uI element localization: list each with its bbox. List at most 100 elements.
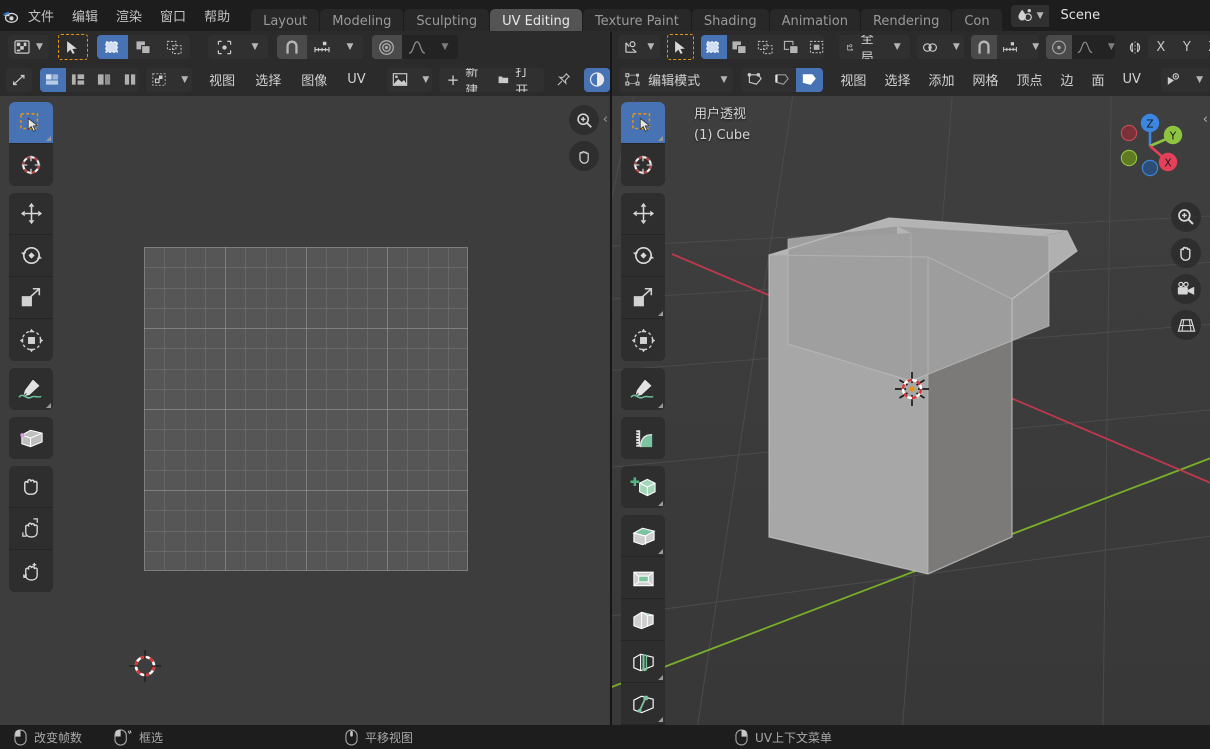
tool-annotate[interactable] <box>621 368 665 410</box>
navigation-axis-gizmo[interactable]: Z Y X <box>1108 104 1192 188</box>
menu-file[interactable]: 文件 <box>19 5 63 27</box>
vp-menu-uv[interactable]: UV <box>1114 68 1150 92</box>
tool-measure[interactable] <box>621 417 665 459</box>
tool-move[interactable] <box>9 193 53 235</box>
mirror-axis-x[interactable]: X <box>1147 35 1174 59</box>
menu-help[interactable]: 帮助 <box>195 5 239 27</box>
tool-rotate[interactable] <box>9 235 53 277</box>
area-splitter[interactable] <box>610 32 612 725</box>
tool-transform[interactable] <box>9 319 53 361</box>
vp-menu-select[interactable]: 选择 <box>875 68 919 92</box>
tool-transform[interactable] <box>621 319 665 361</box>
mesh-select-face[interactable] <box>796 67 824 92</box>
tool-rip-region[interactable] <box>9 417 53 459</box>
vp-menu-view[interactable]: 视图 <box>831 68 875 92</box>
pivot-point-icon[interactable] <box>917 35 944 59</box>
uv-zoom-gizmo[interactable] <box>569 105 599 135</box>
chevron-down-icon[interactable]: ▼ <box>251 42 258 52</box>
tool-move[interactable] <box>621 193 665 235</box>
vp-menu-face[interactable]: 面 <box>1083 68 1114 92</box>
uv-menu-view[interactable]: 视图 <box>199 68 245 92</box>
tool-cursor[interactable] <box>9 144 53 186</box>
chevron-down-icon[interactable]: ▼ <box>1032 42 1039 52</box>
magnet-icon[interactable] <box>276 35 307 59</box>
tool-pinch[interactable] <box>9 550 53 592</box>
tool-annotate[interactable] <box>9 368 53 410</box>
chevron-down-icon[interactable]: ▼ <box>181 75 188 85</box>
select-extend[interactable] <box>127 35 159 59</box>
select-extend[interactable] <box>726 35 753 59</box>
uv-select-face[interactable] <box>91 67 118 92</box>
blender-logo-icon[interactable] <box>0 0 19 31</box>
select-subtract[interactable] <box>752 35 779 59</box>
image-display-channels-icon[interactable] <box>584 67 611 92</box>
uv-menu-uv[interactable]: UV <box>337 68 375 92</box>
snap-increment-icon[interactable] <box>306 35 337 59</box>
image-browse-icon[interactable] <box>386 67 413 92</box>
tool-cursor[interactable] <box>621 144 665 186</box>
tool-relax[interactable] <box>9 508 53 550</box>
vp-ortho-toggle-gizmo[interactable] <box>1171 310 1201 340</box>
uv-sync-selection-icon[interactable] <box>6 67 33 92</box>
tool-extrude-region[interactable] <box>621 515 665 557</box>
mesh-select-vertex[interactable] <box>741 67 769 92</box>
uv-menu-select[interactable]: 选择 <box>245 68 291 92</box>
chevron-down-icon[interactable]: ▼ <box>1108 42 1115 52</box>
tool-loop-cut[interactable] <box>621 641 665 683</box>
select-set-new[interactable] <box>700 35 727 59</box>
select-set-new[interactable] <box>96 35 128 59</box>
tool-tweak[interactable] <box>9 102 53 144</box>
new-image-button[interactable]: + 新建 <box>438 67 490 92</box>
pivot-point-icon[interactable] <box>207 35 242 59</box>
tool-bevel[interactable] <box>621 599 665 641</box>
viewport-sidebar-toggle[interactable]: ‹ <box>1203 112 1208 127</box>
tool-scale[interactable] <box>9 277 53 319</box>
tool-add-cube[interactable] <box>621 466 665 508</box>
uv-editor-type-icon[interactable]: ▼ <box>8 35 49 59</box>
tool-grab[interactable] <box>9 466 53 508</box>
tool-inset-faces[interactable] <box>621 557 665 599</box>
uv-sidebar-toggle[interactable]: ‹ <box>603 112 608 127</box>
chevron-down-icon[interactable]: ▼ <box>953 42 960 52</box>
menu-window[interactable]: 窗口 <box>151 5 195 27</box>
uv-pan-gizmo[interactable] <box>569 141 599 171</box>
mesh-visibility-icon[interactable] <box>1160 67 1187 92</box>
transform-orientation-dropdown[interactable]: 全局 <box>838 35 885 59</box>
sticky-selection-icon[interactable] <box>145 67 172 92</box>
snap-increment-icon[interactable] <box>996 35 1023 59</box>
chevron-down-icon[interactable]: ▼ <box>1196 75 1203 85</box>
open-image-button[interactable]: 打开 <box>489 67 544 92</box>
smooth-falloff-icon[interactable] <box>401 35 432 59</box>
vp-zoom-gizmo[interactable] <box>1171 202 1201 232</box>
uv-editor-area[interactable]: ‹ <box>0 96 610 725</box>
pin-icon[interactable] <box>551 68 577 92</box>
proportional-edit-icon[interactable] <box>1046 35 1073 59</box>
tool-rotate[interactable] <box>621 235 665 277</box>
uv-select-vertex[interactable] <box>39 67 66 92</box>
smooth-falloff-icon[interactable] <box>1072 35 1099 59</box>
chevron-down-icon[interactable]: ▼ <box>346 42 353 52</box>
menu-edit[interactable]: 编辑 <box>63 5 107 27</box>
mesh-select-edge[interactable] <box>768 67 797 92</box>
magnet-icon[interactable] <box>970 35 997 59</box>
menu-render[interactable]: 渲染 <box>107 5 151 27</box>
vp-menu-edge[interactable]: 边 <box>1052 68 1083 92</box>
viewport-3d-editor-type-icon[interactable]: ▼ <box>618 35 661 59</box>
chevron-down-icon[interactable]: ▼ <box>422 75 429 85</box>
viewport-3d-area[interactable]: 用户透视 (1) Cube Z Y X ‹ <box>612 96 1210 725</box>
mirror-axis-y[interactable]: Y <box>1173 35 1200 59</box>
vp-menu-mesh[interactable]: 网格 <box>963 68 1007 92</box>
scene-browse-dropdown[interactable]: ▼ <box>1010 4 1049 27</box>
uv-select-edge[interactable] <box>65 67 92 92</box>
mirror-x-icon[interactable] <box>1122 35 1148 59</box>
select-intersect[interactable] <box>804 35 825 59</box>
tool-knife[interactable] <box>621 683 665 725</box>
tool-scale[interactable] <box>621 277 665 319</box>
cursor-arrow-icon[interactable] <box>667 34 694 60</box>
uv-select-island[interactable] <box>117 67 139 92</box>
scene-name-field[interactable]: Scene <box>1048 4 1210 27</box>
tool-tweak[interactable] <box>621 102 665 144</box>
vp-pan-gizmo[interactable] <box>1171 238 1201 268</box>
vp-menu-vertex[interactable]: 顶点 <box>1007 68 1051 92</box>
uv-menu-image[interactable]: 图像 <box>291 68 337 92</box>
